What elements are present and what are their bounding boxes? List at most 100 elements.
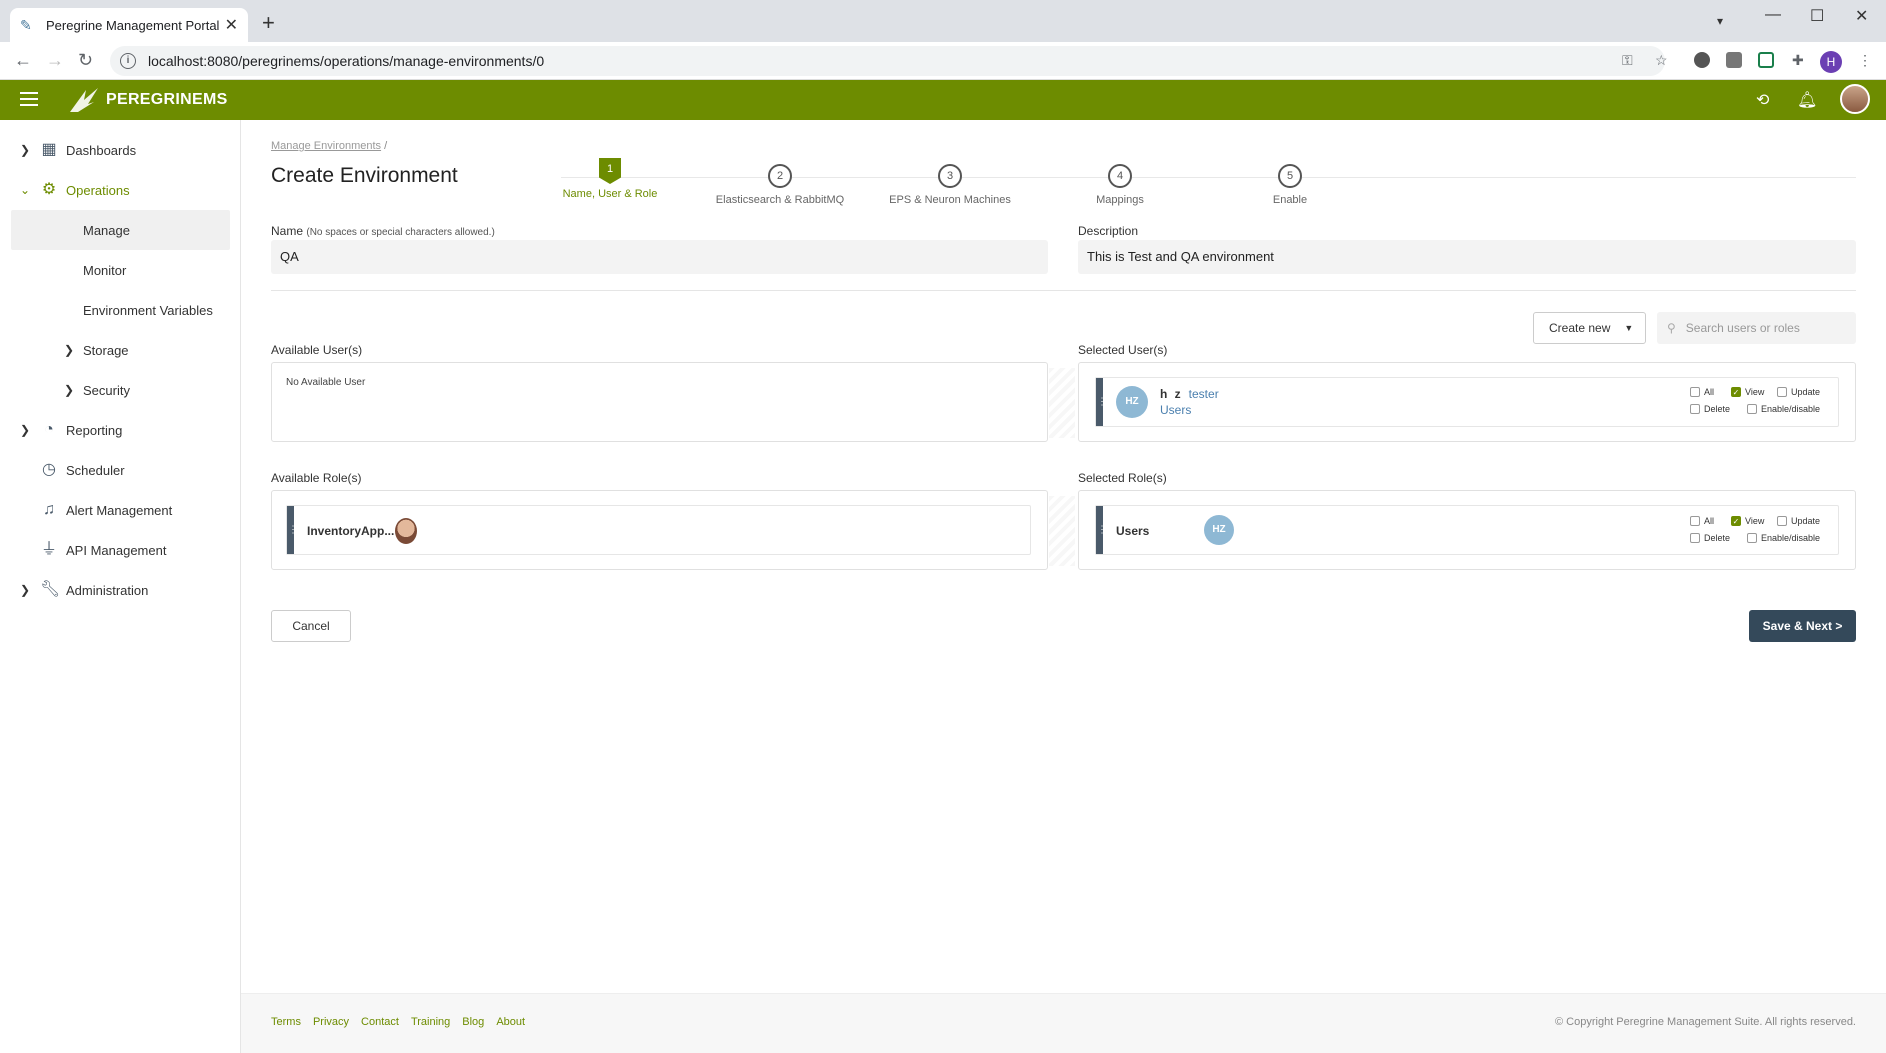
available-role-card[interactable]: InventoryApp... xyxy=(286,505,1031,555)
browser-menu-icon[interactable]: ⋮ xyxy=(1858,52,1872,69)
step-marker: 3 xyxy=(938,164,962,188)
back-icon[interactable]: ← xyxy=(14,50,32,71)
sidebar-item-reporting[interactable]: ❯ ◔ Reporting xyxy=(0,410,241,450)
footer-link-blog[interactable]: Blog xyxy=(462,1016,484,1028)
sidebar-item-manage[interactable]: Manage xyxy=(11,210,230,250)
key-icon[interactable]: ⚿ xyxy=(1622,52,1633,69)
extension-icon[interactable] xyxy=(1694,52,1710,68)
drag-handle-icon[interactable] xyxy=(1096,506,1103,554)
profile-avatar[interactable]: H xyxy=(1820,51,1842,73)
selected-roles-list[interactable]: Users HZ All ✓ View Update Delete Enable/… xyxy=(1078,490,1856,570)
sidebar-item-operations[interactable]: ⌄ ⚙ Operations xyxy=(0,170,241,210)
reload-icon[interactable]: ↻ xyxy=(78,50,93,71)
forward-icon[interactable]: → xyxy=(46,50,64,71)
checkbox-update[interactable] xyxy=(1777,387,1787,397)
notification-bell-icon[interactable]: 🔔︎ xyxy=(1797,90,1817,110)
name-input[interactable]: QA xyxy=(271,240,1048,274)
perm-label: Enable/disable xyxy=(1761,533,1821,543)
maximize-icon[interactable]: ☐ xyxy=(1810,6,1824,26)
perm-all[interactable]: All xyxy=(1690,387,1714,397)
step-enable[interactable]: 5 Enable xyxy=(1205,164,1375,206)
chevron-right-icon: ❯ xyxy=(64,383,75,397)
checkbox-view[interactable]: ✓ xyxy=(1731,516,1741,526)
search-placeholder: Search users or roles xyxy=(1685,321,1800,335)
perm-view[interactable]: ✓ View xyxy=(1731,516,1764,526)
sidebar-item-dashboards[interactable]: ❯ ▦ Dashboards xyxy=(0,130,241,170)
sidebar-item-label: Reporting xyxy=(66,422,123,438)
sidebar-item-monitor[interactable]: Monitor xyxy=(0,250,241,290)
sidebar-item-storage[interactable]: ❯ Storage xyxy=(0,330,241,370)
step-eps-neuron-machines[interactable]: 3 EPS & Neuron Machines xyxy=(865,164,1035,206)
checkbox-update[interactable] xyxy=(1777,516,1787,526)
selected-user-card[interactable]: HZ h z tester Users All ✓ View Update Dele… xyxy=(1095,377,1839,427)
site-info-icon[interactable]: i xyxy=(120,53,136,69)
create-new-dropdown[interactable]: Create new ▼ xyxy=(1533,312,1646,344)
perm-label: View xyxy=(1745,516,1765,526)
extension-icon[interactable] xyxy=(1726,52,1742,68)
perm-all[interactable]: All xyxy=(1690,516,1714,526)
checkbox-all[interactable] xyxy=(1690,516,1700,526)
perm-enable-disable[interactable]: Enable/disable xyxy=(1747,533,1820,543)
perm-delete[interactable]: Delete xyxy=(1690,404,1730,414)
available-roles-list[interactable]: InventoryApp... xyxy=(271,490,1048,570)
step-mappings[interactable]: 4 Mappings xyxy=(1035,164,1205,206)
checkbox-all[interactable] xyxy=(1690,387,1700,397)
checkbox-enable-disable[interactable] xyxy=(1747,404,1757,414)
breadcrumb-link-manage-environments[interactable]: Manage Environments xyxy=(271,140,381,152)
checkbox-delete[interactable] xyxy=(1690,533,1700,543)
footer-link-contact[interactable]: Contact xyxy=(361,1016,399,1028)
drag-handle-icon[interactable] xyxy=(1096,378,1103,426)
checkbox-delete[interactable] xyxy=(1690,404,1700,414)
bookmark-star-icon[interactable]: ☆ xyxy=(1655,52,1668,69)
save-next-button[interactable]: Save & Next > xyxy=(1749,610,1856,642)
perm-enable-disable[interactable]: Enable/disable xyxy=(1747,404,1820,414)
close-tab-icon[interactable]: ✕ xyxy=(225,15,238,35)
drag-handle-icon[interactable] xyxy=(287,506,294,554)
address-bar[interactable]: i localhost:8080/peregrinems/operations/… xyxy=(110,46,1665,76)
selected-role-card[interactable]: Users HZ All ✓ View Update Delete Enable/… xyxy=(1095,505,1839,555)
cancel-button[interactable]: Cancel xyxy=(271,610,351,642)
sidebar-item-environment-variables[interactable]: Environment Variables xyxy=(0,290,241,330)
checkbox-enable-disable[interactable] xyxy=(1747,533,1757,543)
sidebar-item-api-management[interactable]: ⏚ API Management xyxy=(0,530,241,570)
plug-icon: ⏚ xyxy=(40,541,57,558)
footer-link-privacy[interactable]: Privacy xyxy=(313,1016,349,1028)
sidebar-item-alert-management[interactable]: ♫ Alert Management xyxy=(0,490,241,530)
step-marker: 5 xyxy=(1278,164,1302,188)
history-icon[interactable]: ⟲ xyxy=(1756,90,1769,110)
footer-link-about[interactable]: About xyxy=(496,1016,525,1028)
window-close-icon[interactable]: ✕ xyxy=(1855,6,1868,26)
app-logo[interactable]: PEREGRINEMS xyxy=(68,86,228,114)
sidebar-item-label: Alert Management xyxy=(66,502,173,518)
tab-search-icon[interactable]: ▾ xyxy=(1717,14,1723,28)
app-header: PEREGRINEMS ⟲ 🔔︎ xyxy=(0,80,1886,120)
sidebar-item-label: Storage xyxy=(83,342,129,358)
sidebar-item-security[interactable]: ❯ Security xyxy=(0,370,241,410)
perm-delete[interactable]: Delete xyxy=(1690,533,1730,543)
name-hint: (No spaces or special characters allowed… xyxy=(306,227,495,238)
footer-link-terms[interactable]: Terms xyxy=(271,1016,301,1028)
sidebar-item-scheduler[interactable]: ◷ Scheduler xyxy=(0,450,241,490)
perm-update[interactable]: Update xyxy=(1777,516,1820,526)
browser-tab[interactable]: ✎ Peregrine Management Portal ✕ xyxy=(10,8,248,42)
new-tab-icon[interactable]: + xyxy=(262,12,275,34)
user-avatar[interactable] xyxy=(1840,84,1870,114)
perm-label: Enable/disable xyxy=(1761,404,1821,414)
description-input[interactable]: This is Test and QA environment xyxy=(1078,240,1856,274)
checkbox-view[interactable]: ✓ xyxy=(1731,387,1741,397)
search-users-roles-input[interactable]: ⚲ Search users or roles xyxy=(1657,312,1856,344)
name-label-text: Name xyxy=(271,224,304,238)
puzzle-extensions-icon[interactable]: ✚ xyxy=(1792,52,1804,69)
available-users-list[interactable]: No Available User xyxy=(271,362,1048,442)
footer-link-training[interactable]: Training xyxy=(411,1016,450,1028)
step-elasticsearch-rabbitmq[interactable]: 2 Elasticsearch & RabbitMQ xyxy=(695,164,865,206)
hamburger-menu-icon[interactable] xyxy=(20,92,38,106)
extension-icon[interactable] xyxy=(1758,52,1774,68)
minimize-icon[interactable]: — xyxy=(1765,6,1781,24)
logo-text: PEREGRINEMS xyxy=(106,91,228,108)
perm-view[interactable]: ✓ View xyxy=(1731,387,1764,397)
step-name-user-role[interactable]: 1 Name, User & Role xyxy=(525,158,695,200)
perm-update[interactable]: Update xyxy=(1777,387,1820,397)
sidebar-item-administration[interactable]: ❯ 🔧︎ Administration xyxy=(0,570,241,610)
selected-users-list[interactable]: HZ h z tester Users All ✓ View Update Dele… xyxy=(1078,362,1856,442)
